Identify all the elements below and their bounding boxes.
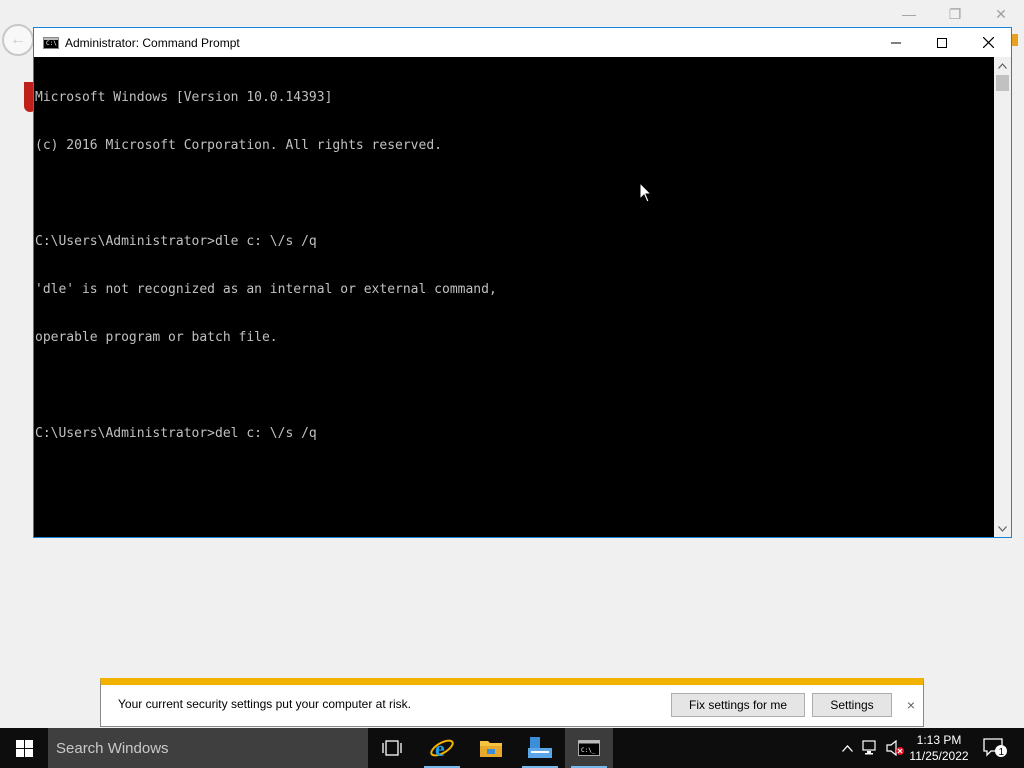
window-titlebar[interactable]: C:\ Administrator: Command Prompt: [34, 28, 1011, 57]
settings-button[interactable]: Settings: [812, 693, 892, 717]
background-restore-icon[interactable]: ❐: [932, 0, 978, 28]
action-center-icon: 1: [983, 738, 1007, 758]
fix-settings-button[interactable]: Fix settings for me: [671, 693, 805, 717]
console-line: Microsoft Windows [Version 10.0.14393]: [35, 90, 333, 105]
clock-time: 1:13 PM: [916, 733, 962, 747]
command-prompt-window: C:\ Administrator: Command Prompt Micros…: [33, 27, 1012, 538]
vertical-scrollbar[interactable]: [994, 57, 1011, 537]
background-minimize-icon[interactable]: —: [886, 0, 932, 28]
show-hidden-icons-button[interactable]: [838, 728, 856, 768]
notification-close-icon[interactable]: ×: [907, 697, 915, 713]
scroll-up-icon[interactable]: [994, 57, 1011, 74]
security-notification: Your current security settings put your …: [100, 678, 924, 727]
console-line: 'dle' is not recognized as an internal o…: [35, 282, 497, 297]
file-explorer-button[interactable]: [467, 728, 515, 768]
minimize-icon: [891, 42, 901, 43]
console-output[interactable]: Microsoft Windows [Version 10.0.14393] (…: [34, 57, 994, 537]
task-view-button[interactable]: [368, 728, 416, 768]
folder-icon: [480, 741, 502, 757]
chevron-up-icon: [841, 744, 853, 752]
command-prompt-taskbar-button[interactable]: C:\_: [565, 728, 613, 768]
search-placeholder: Search Windows: [56, 739, 169, 757]
svg-text:C:\_: C:\_: [581, 747, 596, 754]
close-icon: [982, 37, 994, 48]
server-manager-button[interactable]: [516, 728, 564, 768]
notification-message: Your current security settings put your …: [118, 697, 412, 711]
clock[interactable]: 1:13 PM 11/25/2022: [900, 732, 978, 764]
minimize-button[interactable]: [873, 28, 919, 57]
notification-count: 1: [999, 747, 1005, 758]
mouse-pointer-icon: [639, 182, 653, 203]
internet-explorer-icon: e: [430, 736, 454, 761]
scroll-down-icon[interactable]: [994, 520, 1011, 537]
window-title: Administrator: Command Prompt: [65, 35, 240, 50]
console-line: C:\Users\Administrator>dle c: \/s /q: [35, 234, 317, 249]
server-manager-icon: [528, 737, 552, 758]
clock-date: 11/25/2022: [909, 749, 969, 763]
svg-text:e: e: [435, 736, 445, 761]
task-view-icon: [382, 740, 402, 756]
command-prompt-icon: C:\_: [578, 740, 600, 756]
internet-explorer-button[interactable]: e: [418, 728, 466, 768]
search-input[interactable]: Search Windows: [48, 728, 368, 768]
console-line: operable program or batch file.: [35, 330, 278, 345]
scrollbar-thumb[interactable]: [996, 75, 1009, 91]
network-tray-icon[interactable]: [860, 728, 882, 768]
console-line: (c) 2016 Microsoft Corporation. All righ…: [35, 138, 442, 153]
start-button[interactable]: [0, 728, 48, 768]
console-line: C:\Users\Administrator>del c: \/s /q: [35, 426, 317, 441]
background-window-controls: — ❐ ✕: [886, 0, 1024, 28]
window-controls: [873, 28, 1011, 57]
maximize-button[interactable]: [919, 28, 965, 57]
background-close-icon[interactable]: ✕: [978, 0, 1024, 28]
action-center-button[interactable]: 1: [980, 728, 1010, 768]
maximize-icon: [937, 37, 947, 48]
taskbar: Search Windows e C:\_ 1:13 PM 11/25/2022…: [0, 728, 1024, 768]
close-button[interactable]: [965, 28, 1011, 57]
network-icon: [862, 740, 876, 755]
windows-logo-icon: [15, 739, 33, 757]
cmd-icon[interactable]: C:\: [43, 36, 59, 49]
background-back-arrow-icon[interactable]: ←: [2, 24, 34, 56]
